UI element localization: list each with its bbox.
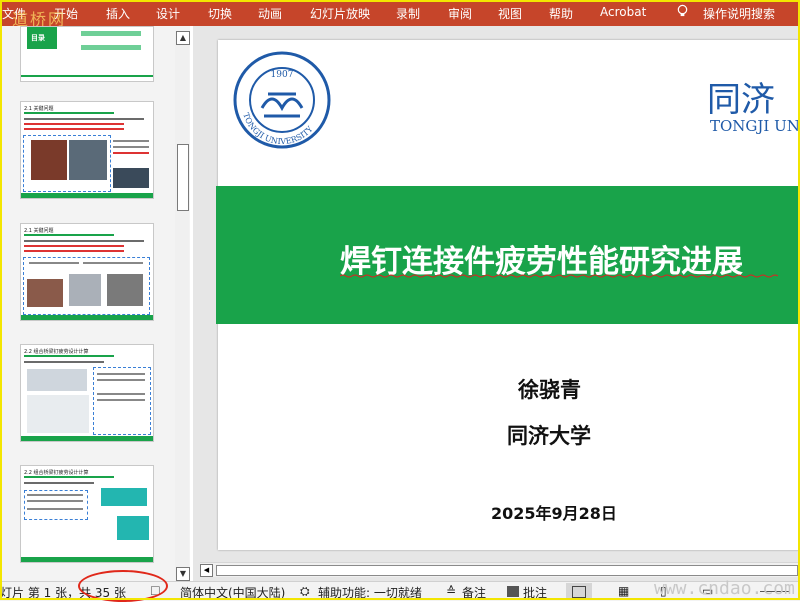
slide-thumbnail[interactable]: 2.2 组合桥梁钉疲劳设计计算 xyxy=(20,344,154,442)
notes-button[interactable]: 备注 xyxy=(462,584,486,601)
watermark-bottom: www.cndao.com xyxy=(654,578,795,599)
editor-horizontal-scrollbar[interactable]: ◀ xyxy=(200,562,800,577)
lightbulb-icon xyxy=(677,4,688,17)
thumb-title: 2.1 关键问题 xyxy=(24,106,54,112)
tab-review[interactable]: 审阅 xyxy=(448,5,472,22)
logo-chinese: 同济 xyxy=(707,80,775,120)
slide-thumbnail[interactable]: 2.1 关键问题 xyxy=(20,223,154,321)
normal-view-icon xyxy=(572,586,586,598)
university-seal-icon: 1907 TONGJI UNIVERSITY xyxy=(233,51,331,149)
tab-help[interactable]: 帮助 xyxy=(549,5,573,22)
ribbon-tab-bar: 文件 开始 插入 设计 切换 动画 幻灯片放映 录制 审阅 视图 帮助 Acro… xyxy=(0,0,800,29)
spellcheck-underline xyxy=(340,274,778,278)
tab-acrobat[interactable]: Acrobat xyxy=(600,5,646,19)
slide-thumbnail[interactable]: 目录 xyxy=(20,26,154,82)
organization-name[interactable]: 同济大学 xyxy=(507,420,591,450)
presentation-date[interactable]: 2025年9月28日 xyxy=(491,500,617,524)
author-name[interactable]: 徐骁青 xyxy=(518,374,581,404)
hscroll-thumb[interactable] xyxy=(216,565,798,576)
thumb-title: 2.2 组合桥梁钉疲劳设计计算 xyxy=(24,349,89,355)
tab-insert[interactable]: 插入 xyxy=(106,5,130,22)
scroll-down-icon[interactable]: ▼ xyxy=(176,567,190,581)
comments-button[interactable]: 批注 xyxy=(523,584,547,601)
logo-english: TONGJI UNI xyxy=(710,117,800,135)
notes-icon[interactable]: ≙ xyxy=(446,584,456,598)
slide-sorter-icon[interactable]: ▦ xyxy=(618,584,629,598)
scroll-left-icon[interactable]: ◀ xyxy=(200,564,213,577)
slide-thumbnail[interactable]: 2.2 组合桥梁钉疲劳设计计算 xyxy=(20,465,154,563)
slide-thumbnail[interactable]: 2.1 关键问题 xyxy=(20,101,154,199)
language-indicator[interactable]: 简体中文(中国大陆) xyxy=(180,584,285,601)
thumbnail-scrollbar[interactable]: ▲ ▼ xyxy=(175,31,190,581)
scrollbar-thumb[interactable] xyxy=(177,144,189,211)
thumb-title: 2.2 组合桥梁钉疲劳设计计算 xyxy=(24,470,89,476)
tab-record[interactable]: 录制 xyxy=(396,5,420,22)
thumb-title: 目录 xyxy=(31,34,45,42)
tab-view[interactable]: 视图 xyxy=(498,5,522,22)
tab-slideshow[interactable]: 幻灯片放映 xyxy=(310,5,370,22)
tell-me-search[interactable]: 操作说明搜索 xyxy=(703,5,775,22)
comments-icon[interactable] xyxy=(507,586,519,597)
accessibility-status[interactable]: 辅助功能: 一切就绪 xyxy=(318,584,422,601)
tab-animations[interactable]: 动画 xyxy=(258,5,282,22)
highlight-circle xyxy=(78,570,168,602)
tab-transitions[interactable]: 切换 xyxy=(208,5,232,22)
thumb-title: 2.1 关键问题 xyxy=(24,228,54,234)
tab-design[interactable]: 设计 xyxy=(156,5,180,22)
accessibility-icon[interactable]: ⛭ xyxy=(300,584,310,599)
scroll-up-icon[interactable]: ▲ xyxy=(176,31,190,45)
svg-text:1907: 1907 xyxy=(271,70,294,80)
